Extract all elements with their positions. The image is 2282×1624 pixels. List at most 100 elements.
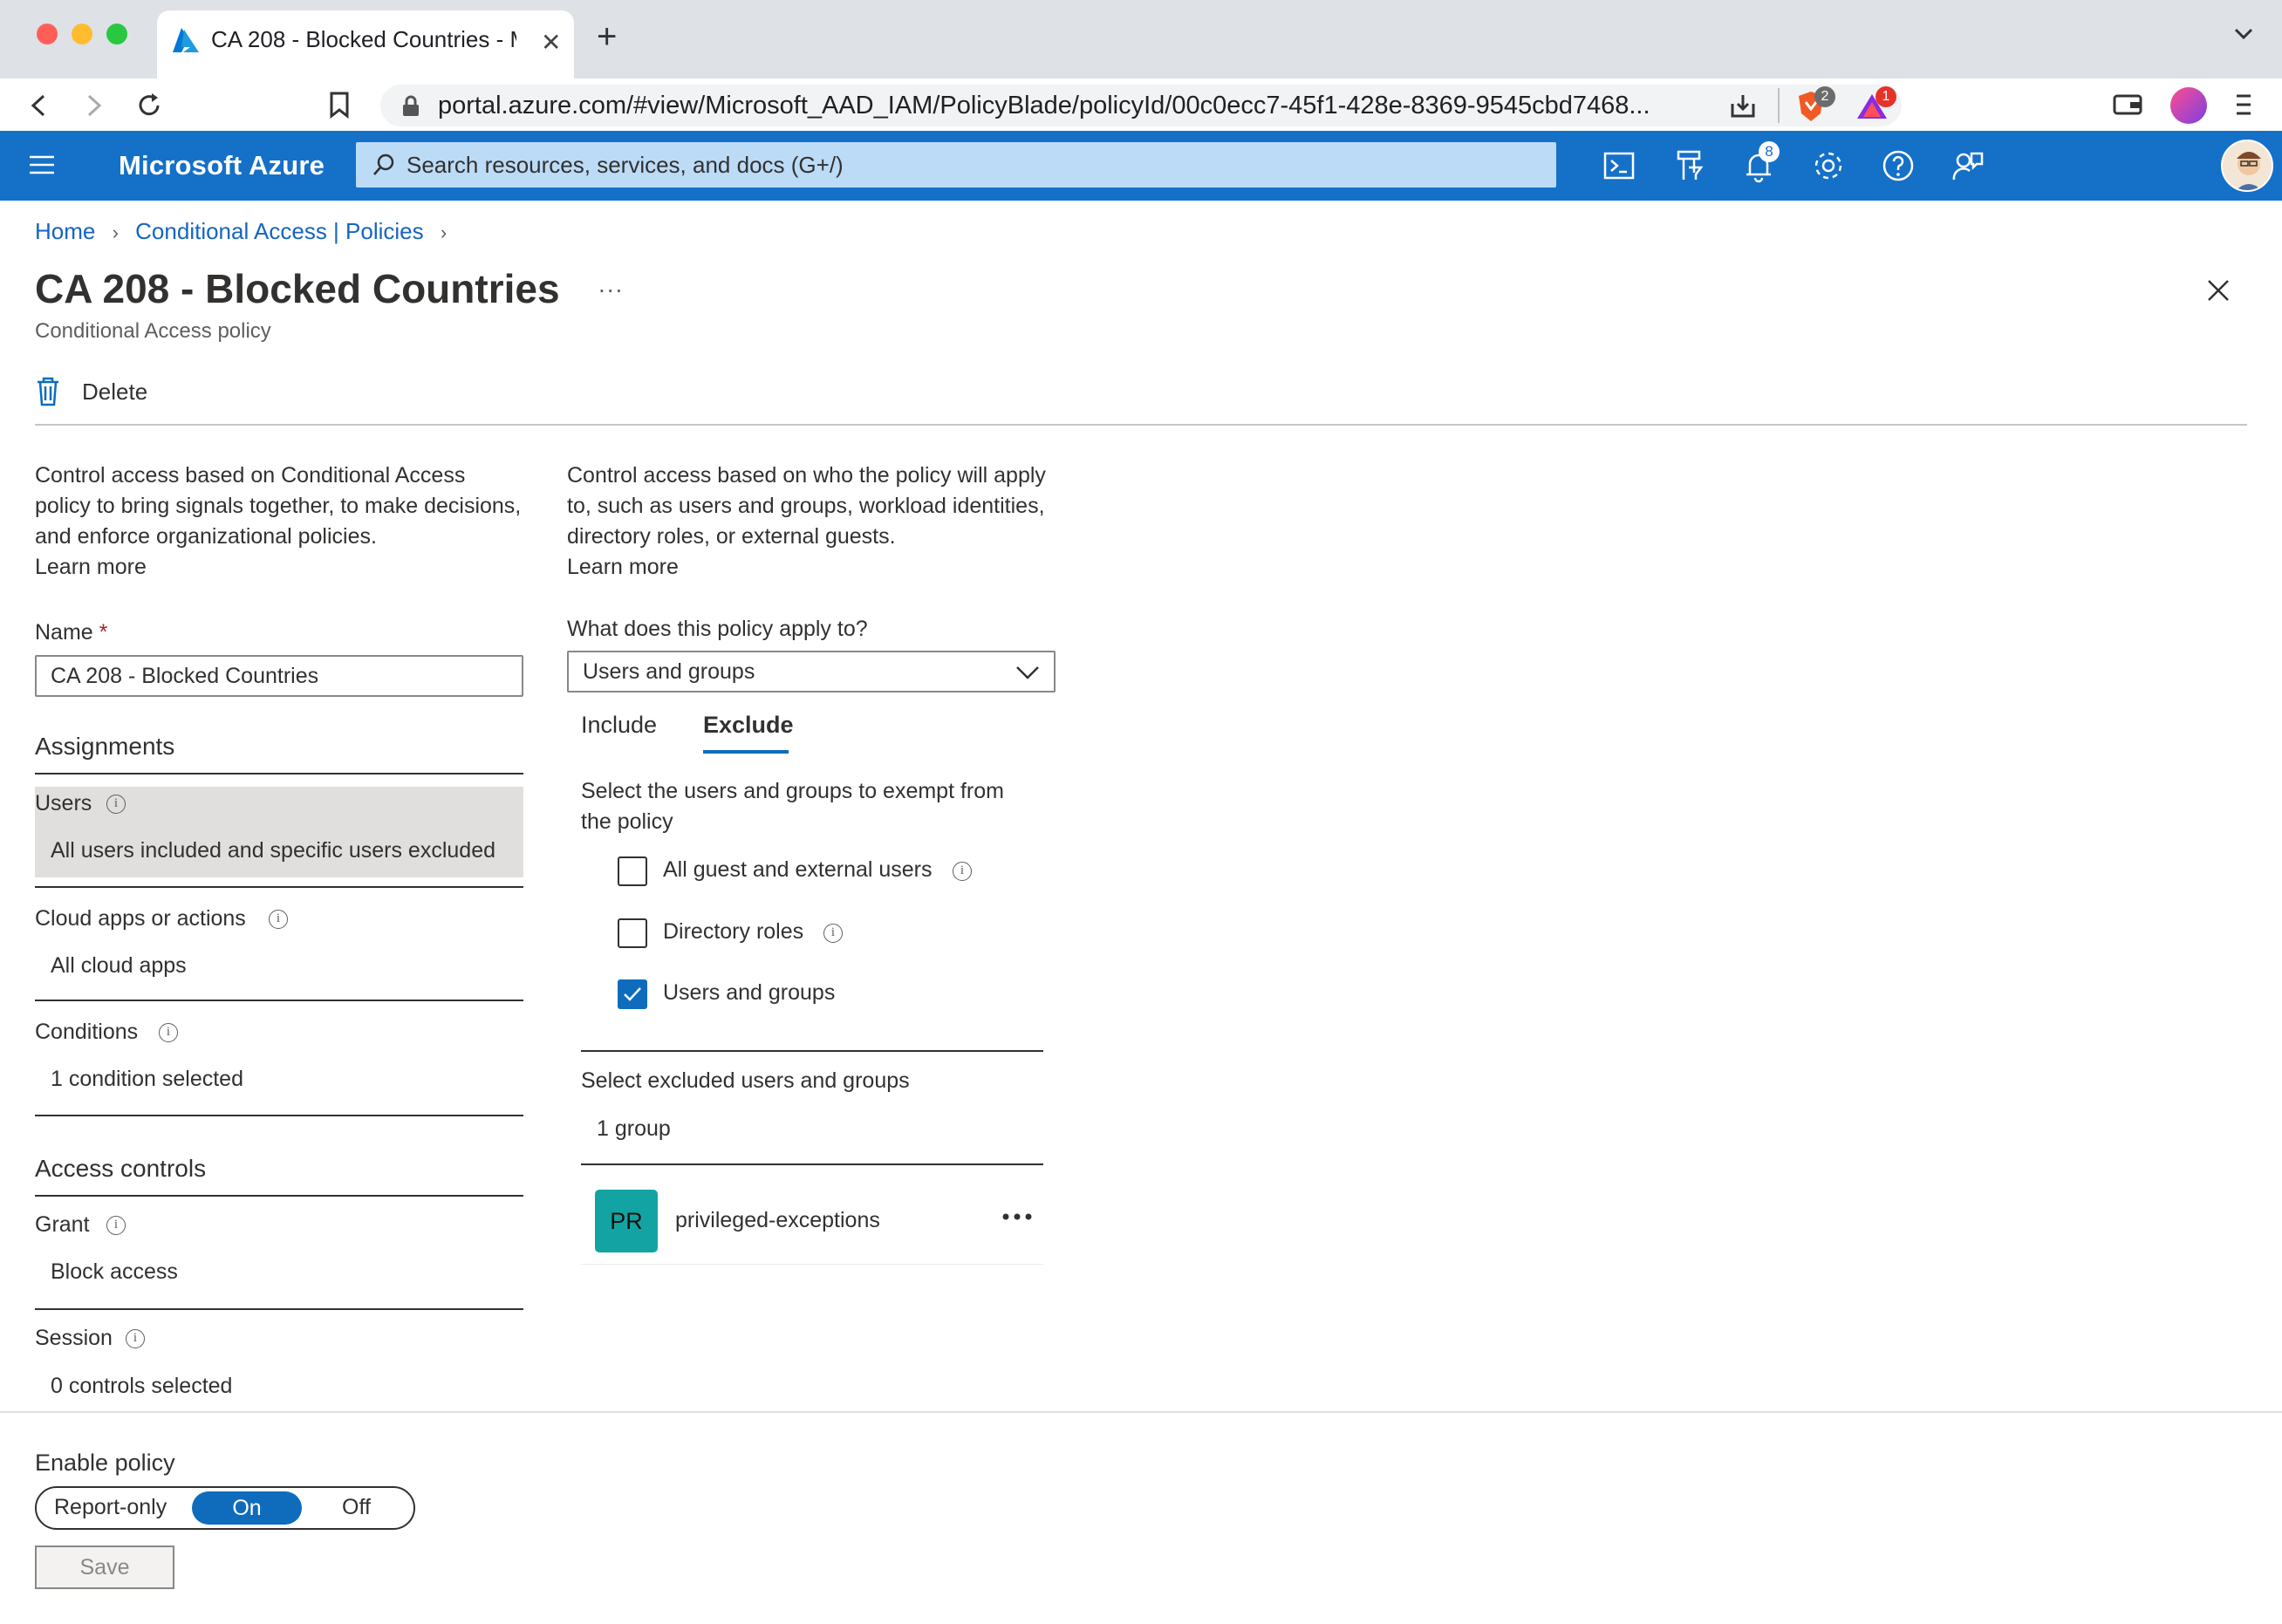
directory-filter-icon[interactable]	[1671, 148, 1706, 183]
section-divider	[35, 1195, 523, 1197]
settings-gear-icon[interactable]	[1811, 148, 1846, 183]
conditions-value-link[interactable]: 1 condition selected	[51, 1064, 243, 1095]
command-bar-divider	[35, 424, 2247, 426]
name-label: Name *	[35, 618, 107, 648]
azure-brand[interactable]: Microsoft Azure	[119, 150, 325, 181]
applies-to-value: Users and groups	[583, 659, 755, 684]
users-learn-more-link[interactable]: Learn more	[567, 552, 679, 583]
excluded-groups-link[interactable]: 1 group	[597, 1114, 671, 1144]
zoom-window-button[interactable]	[106, 24, 127, 44]
info-icon[interactable]: i	[106, 1216, 126, 1235]
info-icon[interactable]: i	[269, 910, 288, 929]
browser-menu-icon[interactable]	[2233, 91, 2254, 119]
option-directory-roles[interactable]: Directory roles i	[618, 917, 1071, 952]
info-icon[interactable]: i	[953, 862, 972, 881]
shields-count-badge: 2	[1814, 86, 1835, 107]
feedback-icon[interactable]	[1951, 148, 1985, 183]
search-icon	[372, 153, 396, 177]
help-icon[interactable]	[1881, 148, 1916, 183]
session-value-link[interactable]: 0 controls selected	[51, 1371, 232, 1402]
users-value-link[interactable]: All users included and specific users ex…	[51, 836, 495, 866]
section-divider	[35, 1115, 523, 1116]
back-icon[interactable]	[26, 92, 52, 119]
profile-avatar-icon[interactable]	[2170, 87, 2207, 124]
breadcrumb-policies[interactable]: Conditional Access | Policies	[135, 218, 423, 244]
close-tab-icon[interactable]: ✕	[541, 28, 561, 57]
exempt-text: Select the users and groups to exempt fr…	[581, 779, 1004, 834]
forward-icon[interactable]	[80, 92, 106, 119]
close-blade-icon[interactable]	[2205, 277, 2231, 304]
option-all-guests[interactable]: All guest and external users i	[618, 855, 1071, 890]
cloud-apps-label: Cloud apps or actions	[35, 906, 246, 931]
cloud-apps-value-link[interactable]: All cloud apps	[51, 951, 187, 981]
option-label: Directory roles	[663, 919, 804, 944]
toggle-off[interactable]: Off	[342, 1495, 371, 1520]
applies-to-dropdown[interactable]: Users and groups	[567, 651, 1056, 693]
option-label: Users and groups	[663, 980, 836, 1005]
breadcrumb-chevron-icon: ›	[440, 222, 448, 243]
wallet-icon[interactable]	[2113, 92, 2142, 117]
bookmark-icon[interactable]	[328, 91, 351, 119]
browser-tab[interactable]: CA 208 - Blocked Countries - M ✕	[157, 10, 574, 78]
browser-tab-bar: CA 208 - Blocked Countries - M ✕ +	[0, 0, 2282, 78]
section-divider	[35, 773, 523, 774]
global-search-input[interactable]: Search resources, services, and docs (G+…	[356, 142, 1556, 188]
applies-to-label: What does this policy apply to?	[567, 617, 868, 641]
delete-label: Delete	[82, 378, 148, 405]
option-users-and-groups[interactable]: Users and groups	[618, 978, 1071, 1013]
policy-name-value: CA 208 - Blocked Countries	[51, 664, 319, 688]
grant-label: Grant	[35, 1212, 90, 1237]
info-icon[interactable]: i	[159, 1023, 178, 1042]
info-icon[interactable]: i	[106, 795, 126, 814]
reload-icon[interactable]	[134, 91, 164, 120]
excluded-label: Select excluded users and groups	[581, 1068, 910, 1093]
close-window-button[interactable]	[37, 24, 58, 44]
minimize-window-button[interactable]	[72, 24, 92, 44]
session-label: Session	[35, 1326, 113, 1350]
section-divider	[581, 1050, 1043, 1052]
user-avatar[interactable]	[2221, 140, 2273, 192]
cloud-shell-icon[interactable]	[1602, 148, 1636, 183]
breadcrumb-home[interactable]: Home	[35, 218, 95, 244]
active-tab-indicator	[703, 750, 789, 754]
tab-include[interactable]: Include	[581, 712, 657, 739]
policy-name-input[interactable]: CA 208 - Blocked Countries	[35, 655, 523, 697]
info-icon[interactable]: i	[126, 1329, 145, 1348]
download-icon[interactable]	[1729, 93, 1757, 119]
list-item: PR privileged-exceptions	[581, 1186, 1043, 1265]
page-subtitle: Conditional Access policy	[35, 319, 271, 343]
delete-button[interactable]: Delete	[35, 377, 147, 406]
search-placeholder: Search resources, services, and docs (G+…	[407, 152, 844, 178]
rewards-count-badge: 1	[1875, 86, 1896, 107]
checkbox[interactable]	[618, 856, 647, 886]
assignments-heading: Assignments	[35, 733, 175, 760]
tab-title: CA 208 - Blocked Countries - M	[211, 26, 516, 52]
portal-menu-icon[interactable]	[28, 152, 56, 178]
users-intro-text: Control access based on who the policy w…	[567, 463, 1046, 549]
info-icon[interactable]: i	[823, 924, 843, 943]
new-tab-button[interactable]: +	[597, 19, 617, 54]
toggle-on[interactable]: On	[192, 1491, 302, 1525]
checkbox[interactable]	[618, 918, 647, 948]
access-controls-heading: Access controls	[35, 1155, 207, 1182]
address-bar[interactable]: portal.azure.com/#view/Microsoft_AAD_IAM…	[380, 85, 1902, 126]
learn-more-link[interactable]: Learn more	[35, 552, 147, 583]
save-button[interactable]: Save	[35, 1546, 174, 1589]
section-divider	[581, 1163, 1043, 1165]
page-title: CA 208 - Blocked Countries	[35, 266, 560, 311]
toggle-report-only[interactable]: Report-only	[54, 1495, 167, 1520]
tab-list-chevron-icon[interactable]	[2233, 26, 2254, 40]
chevron-down-icon	[1015, 665, 1040, 680]
section-divider	[35, 1308, 523, 1310]
tab-exclude[interactable]: Exclude	[703, 712, 794, 739]
policy-intro-text: Control access based on Conditional Acce…	[35, 463, 522, 549]
row-more-options-icon[interactable]	[1001, 1212, 1033, 1221]
grant-value-link[interactable]: Block access	[51, 1257, 178, 1287]
checkmark-icon	[624, 987, 641, 1001]
section-divider	[35, 1000, 523, 1001]
users-assignment[interactable]: Users i All users included and specific …	[35, 787, 523, 877]
more-options-button[interactable]: ...	[598, 270, 624, 298]
checkbox-checked[interactable]	[618, 979, 647, 1009]
group-avatar: PR	[595, 1190, 658, 1252]
breadcrumb-chevron-icon: ›	[112, 222, 119, 243]
